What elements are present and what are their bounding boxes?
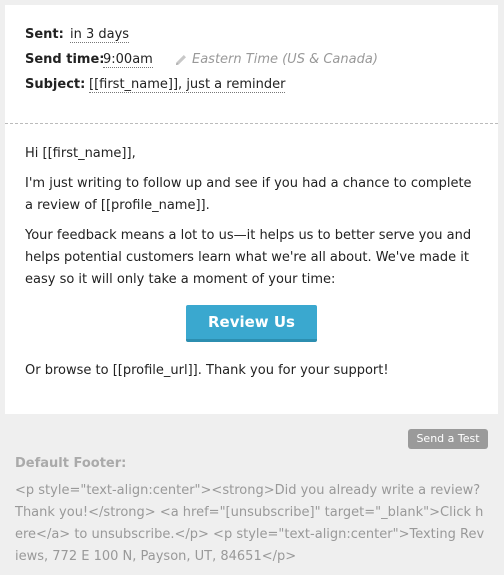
email-paragraph-2: Your feedback means a lot to us—it helps… <box>25 228 472 287</box>
sent-label: Sent: <box>25 27 64 42</box>
subject-row: Subject: [[first_name]], just a reminder <box>25 77 286 93</box>
send-time-row: Send time: 9:00am Eastern Time (US & Can… <box>25 52 378 68</box>
timezone-label: Eastern Time (US & Canada) <box>192 52 378 67</box>
section-divider <box>5 123 498 124</box>
subject-value[interactable]: [[first_name]], just a reminder <box>89 77 286 93</box>
email-paragraph-1: I'm just writing to follow up and see if… <box>25 176 472 213</box>
cta-wrapper: Review Us Now <box>5 305 498 365</box>
review-us-now-button[interactable]: Review Us Now <box>186 305 317 365</box>
email-preview-card: Sent: in 3 days Send time: 9:00am Easter… <box>5 5 498 414</box>
default-footer-code: <p style="text-align:center"><strong>Did… <box>15 483 485 564</box>
email-body: Hi [[first_name]], I'm just writing to f… <box>25 143 475 291</box>
sent-row: Sent: in 3 days <box>25 27 130 43</box>
default-footer-label: Default Footer: <box>15 456 127 471</box>
email-greeting: Hi [[first_name]], <box>25 146 136 161</box>
send-test-button[interactable]: Send a Test <box>408 429 488 449</box>
email-closing: Or browse to [[profile_url]]. Thank you … <box>25 363 389 378</box>
subject-label: Subject: <box>25 77 86 92</box>
pencil-icon[interactable] <box>174 53 188 67</box>
send-time-label: Send time: <box>25 52 105 67</box>
send-time-value[interactable]: 9:00am <box>103 52 153 68</box>
sent-value[interactable]: in 3 days <box>70 27 130 43</box>
